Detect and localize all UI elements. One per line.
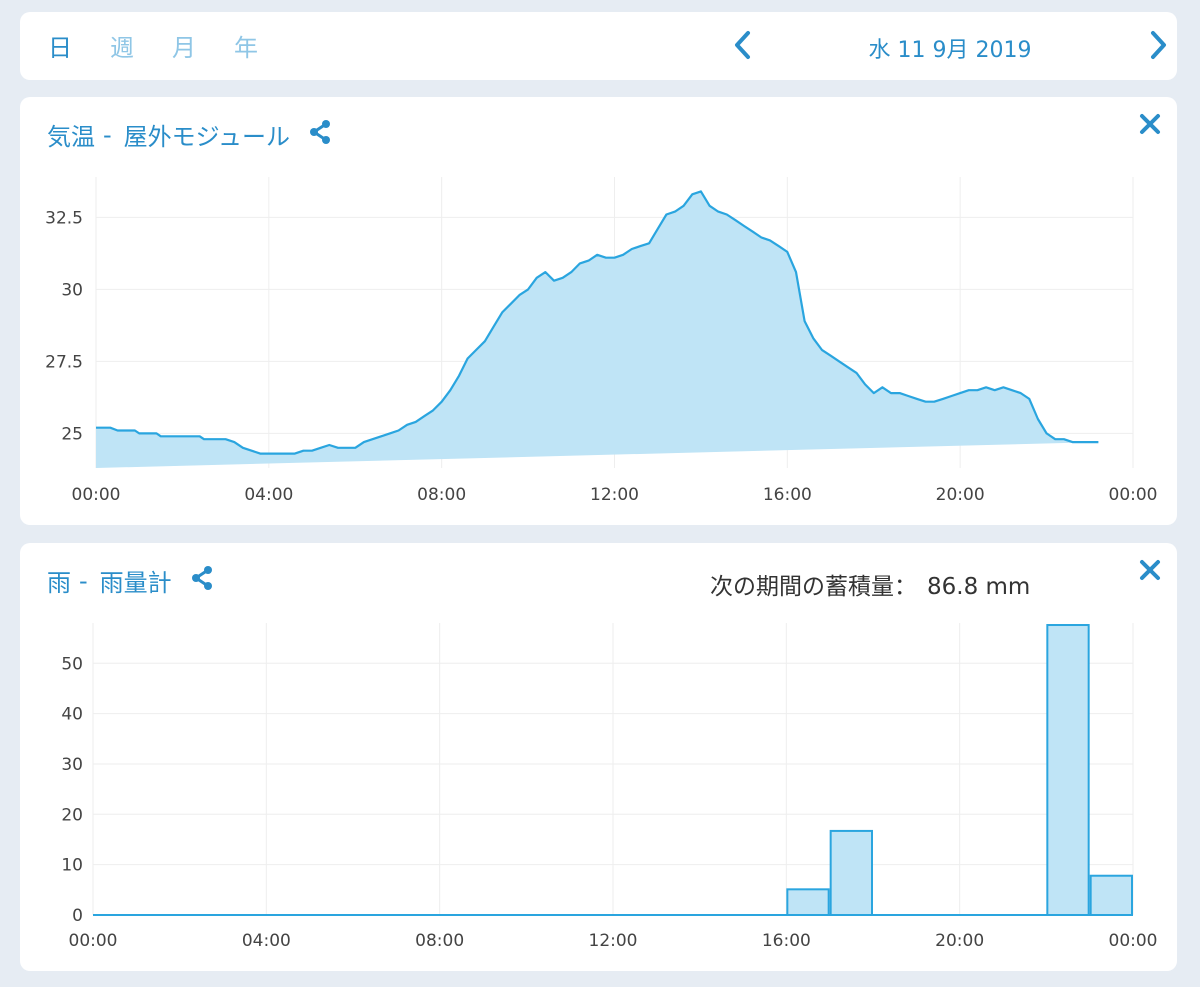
y-tick-label: 50 [61, 654, 83, 674]
x-tick-label: 08:00 [415, 931, 464, 951]
tab-day[interactable]: 日 [48, 28, 72, 63]
y-tick-label: 30 [61, 280, 83, 300]
tab-week[interactable]: 週 [110, 28, 134, 63]
tab-year[interactable]: 年 [234, 28, 258, 63]
y-tick-label: 20 [61, 805, 83, 825]
x-tick-label: 00:00 [1109, 931, 1158, 951]
x-tick-label: 00:00 [72, 485, 121, 505]
x-tick-label: 04:00 [242, 931, 291, 951]
rain-bar [1089, 874, 1133, 917]
temperature-area [96, 191, 1099, 468]
x-tick-label: 12:00 [590, 485, 639, 505]
chevron-right-icon[interactable] [1148, 30, 1168, 60]
y-tick-label: 32.5 [45, 208, 83, 228]
x-tick-label: 00:00 [1109, 485, 1158, 505]
x-tick-label: 16:00 [762, 931, 811, 951]
tab-month[interactable]: 月 [172, 28, 196, 63]
x-tick-label: 16:00 [763, 485, 812, 505]
chevron-left-icon[interactable] [733, 30, 753, 60]
y-tick-label: 10 [61, 856, 83, 876]
date-navigation-bar: 日 週 月 年 水 11 9月 2019 [20, 12, 1177, 80]
y-tick-label: 0 [72, 906, 83, 926]
y-tick-label: 40 [61, 705, 83, 725]
rain-card: 雨 - 雨量計 次の期間の蓄積量： 86.8 mm 00:00 04:00 08:00… [20, 543, 1177, 971]
rain-bar [786, 888, 830, 916]
x-tick-label: 04:00 [244, 485, 293, 505]
rain-chart: 00:00 04:00 08:00 12:00 16:00 20:00 00:00 0 10 20… [61, 623, 1158, 951]
x-tick-label: 00:00 [69, 931, 118, 951]
x-tick-label: 20:00 [935, 931, 984, 951]
x-tick-label: 08:00 [417, 485, 466, 505]
temperature-chart: 00:00 04:00 08:00 12:00 16:00 20:00 00:00 25 27.… [45, 177, 1158, 505]
rain-bar [1046, 624, 1090, 916]
temperature-card: 気温 - 屋外モジュール 00:00 04:00 08:00 12:00 16:00 20… [20, 97, 1177, 525]
x-tick-label: 20:00 [936, 485, 985, 505]
y-tick-label: 30 [61, 755, 83, 775]
period-tabs: 日 週 月 年 [48, 28, 296, 63]
x-tick-label: 12:00 [589, 931, 638, 951]
rain-bar [829, 829, 874, 916]
y-tick-label: 27.5 [45, 352, 83, 372]
current-date[interactable]: 水 11 9月 2019 [800, 32, 1100, 64]
y-tick-label: 25 [61, 424, 83, 444]
